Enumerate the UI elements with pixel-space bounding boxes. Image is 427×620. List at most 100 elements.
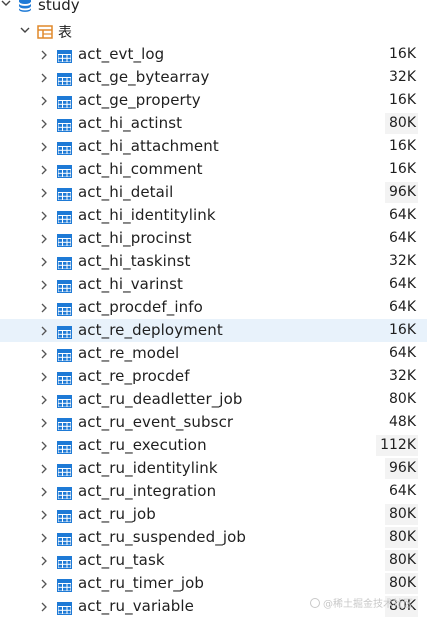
- table-icon: [57, 416, 72, 435]
- table-size: 64K: [389, 276, 416, 292]
- table-size: 64K: [389, 299, 416, 315]
- table-icon: [57, 278, 72, 297]
- table-row[interactable]: act_ru_integration 64K: [0, 480, 427, 503]
- table-icon: [57, 577, 72, 596]
- tree-node-database[interactable]: study: [0, 0, 427, 16]
- chevron-right-icon[interactable]: [38, 302, 50, 314]
- table-name: act_ge_bytearray: [78, 68, 210, 86]
- chevron-right-icon[interactable]: [38, 233, 50, 245]
- chevron-right-icon[interactable]: [38, 210, 50, 222]
- table-name: act_ru_identitylink: [78, 459, 218, 477]
- table-size: 16K: [389, 161, 416, 177]
- watermark-logo-icon: [310, 597, 320, 608]
- chevron-right-icon[interactable]: [38, 187, 50, 199]
- table-size: 48K: [389, 414, 416, 430]
- table-icon: [57, 71, 72, 90]
- table-name: act_hi_identitylink: [78, 206, 216, 224]
- table-row[interactable]: act_ru_task 80K: [0, 549, 427, 572]
- chevron-right-icon[interactable]: [38, 440, 50, 452]
- table-name: act_ru_timer_job: [78, 574, 205, 592]
- table-row[interactable]: act_hi_comment 16K: [0, 158, 427, 181]
- table-name: act_ru_event_subscr: [78, 413, 234, 431]
- chevron-right-icon[interactable]: [38, 141, 50, 153]
- table-name: act_hi_taskinst: [78, 252, 191, 270]
- chevron-right-icon[interactable]: [38, 417, 50, 429]
- database-name: study: [38, 0, 80, 14]
- table-row[interactable]: act_re_model 64K: [0, 342, 427, 365]
- table-icon: [57, 232, 72, 251]
- chevron-right-icon[interactable]: [38, 49, 50, 61]
- table-row[interactable]: act_ru_identitylink 96K: [0, 457, 427, 480]
- table-row[interactable]: act_ru_job 80K: [0, 503, 427, 526]
- table-icon: [57, 462, 72, 481]
- chevron-right-icon[interactable]: [38, 95, 50, 107]
- table-row[interactable]: act_hi_identitylink 64K: [0, 204, 427, 227]
- chevron-right-icon[interactable]: [38, 601, 50, 613]
- table-size: 64K: [389, 345, 416, 361]
- chevron-right-icon[interactable]: [38, 325, 50, 337]
- table-name: act_ru_variable: [78, 597, 195, 615]
- table-name: act_hi_comment: [78, 160, 203, 178]
- table-size: 32K: [389, 253, 416, 269]
- table-row[interactable]: act_procdef_info 64K: [0, 296, 427, 319]
- table-name: act_hi_varinst: [78, 275, 184, 293]
- chevron-right-icon[interactable]: [38, 394, 50, 406]
- chevron-right-icon[interactable]: [38, 509, 50, 521]
- table-name: act_ge_property: [78, 91, 201, 109]
- table-row[interactable]: act_hi_detail 96K: [0, 181, 427, 204]
- table-row[interactable]: act_ru_suspended_job 80K: [0, 526, 427, 549]
- chevron-right-icon[interactable]: [38, 486, 50, 498]
- table-row[interactable]: act_ru_timer_job 80K: [0, 572, 427, 595]
- chevron-right-icon[interactable]: [38, 72, 50, 84]
- table-size: 16K: [389, 138, 416, 154]
- table-row[interactable]: act_re_procdef 32K: [0, 365, 427, 388]
- table-size: 32K: [389, 368, 416, 384]
- table-icon: [57, 255, 72, 274]
- table-name: act_ru_job: [78, 505, 156, 523]
- table-row[interactable]: act_ru_execution 112K: [0, 434, 427, 457]
- table-size: 32K: [389, 69, 416, 85]
- table-icon: [57, 531, 72, 550]
- chevron-right-icon[interactable]: [38, 463, 50, 475]
- table-icon: [57, 554, 72, 573]
- chevron-down-icon[interactable]: [19, 24, 31, 36]
- table-name: act_hi_actinst: [78, 114, 183, 132]
- chevron-right-icon[interactable]: [38, 118, 50, 130]
- table-size: 96K: [385, 182, 418, 203]
- watermark-text: @稀土掘金技术社区: [323, 599, 413, 610]
- chevron-right-icon[interactable]: [38, 348, 50, 360]
- table-row[interactable]: act_hi_taskinst 32K: [0, 250, 427, 273]
- table-icon: [57, 485, 72, 504]
- chevron-right-icon[interactable]: [38, 532, 50, 544]
- table-size: 16K: [389, 322, 416, 338]
- table-row[interactable]: act_ge_property 16K: [0, 89, 427, 112]
- table-row[interactable]: act_hi_attachment 16K: [0, 135, 427, 158]
- table-name: act_ru_suspended_job: [78, 528, 247, 546]
- table-row[interactable]: act_ge_bytearray 32K: [0, 66, 427, 89]
- table-row[interactable]: act_hi_varinst 64K: [0, 273, 427, 296]
- table-icon: [57, 117, 72, 136]
- table-row[interactable]: act_evt_log 16K: [0, 43, 427, 66]
- database-icon: [18, 0, 32, 16]
- chevron-down-icon[interactable]: [0, 0, 12, 9]
- table-icon: [57, 370, 72, 389]
- tree-node-tables-folder[interactable]: 表: [0, 20, 427, 43]
- table-row[interactable]: act_hi_procinst 64K: [0, 227, 427, 250]
- table-icon: [57, 163, 72, 182]
- table-size: 64K: [389, 230, 416, 246]
- database-tree: study 表 act_evt_log 16K act_ge_bytearray 32…: [0, 0, 427, 618]
- table-row[interactable]: act_ru_deadletter_job 80K: [0, 388, 427, 411]
- table-row[interactable]: act_hi_actinst 80K: [0, 112, 427, 135]
- table-icon: [57, 347, 72, 366]
- chevron-right-icon[interactable]: [38, 371, 50, 383]
- table-name: act_ru_task: [78, 551, 165, 569]
- table-row[interactable]: act_ru_event_subscr 48K: [0, 411, 427, 434]
- table-row[interactable]: act_re_deployment 16K: [0, 319, 427, 342]
- chevron-right-icon[interactable]: [38, 578, 50, 590]
- chevron-right-icon[interactable]: [38, 256, 50, 268]
- table-name: act_ru_integration: [78, 482, 217, 500]
- table-icon: [57, 439, 72, 458]
- chevron-right-icon[interactable]: [38, 279, 50, 291]
- chevron-right-icon[interactable]: [38, 555, 50, 567]
- chevron-right-icon[interactable]: [38, 164, 50, 176]
